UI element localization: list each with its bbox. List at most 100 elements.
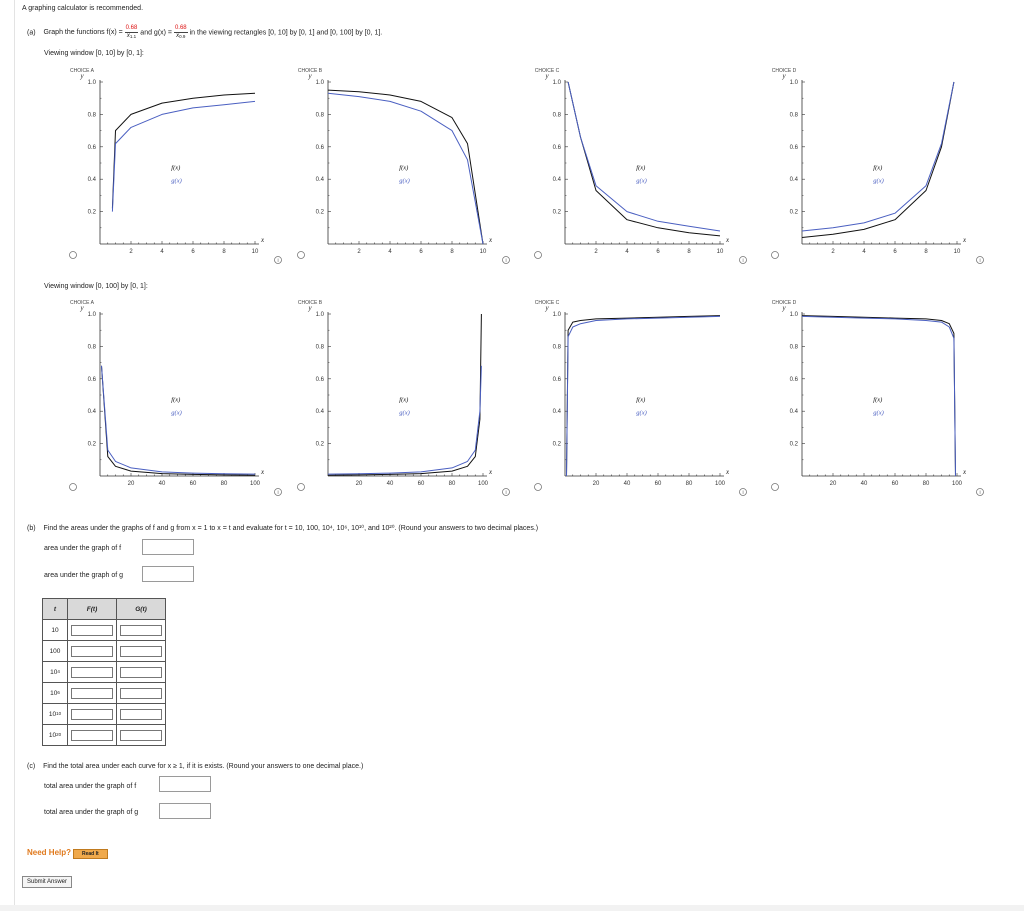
g-curve-label: g(x) [636, 177, 646, 184]
x-tick-label: 4 [862, 249, 866, 255]
total-g-input[interactable] [159, 803, 211, 819]
y-tick-label: 1.0 [316, 80, 325, 86]
G-input[interactable] [120, 645, 162, 657]
F-input[interactable] [71, 666, 113, 678]
x-tick-label: 6 [419, 249, 423, 255]
area-g-input[interactable] [142, 566, 194, 582]
part-b-question: (b) Find the areas under the graphs of f… [27, 524, 538, 532]
y-tick-label: 0.8 [790, 344, 799, 350]
choice-radio[interactable] [69, 251, 77, 259]
x-tick-label: 2 [594, 249, 598, 255]
y-tick-label: 0.2 [553, 210, 562, 216]
f-curve-label: f(x) [399, 164, 408, 171]
G-input[interactable] [120, 708, 162, 720]
y-tick-label: 0.2 [790, 210, 799, 216]
G-input[interactable] [120, 624, 162, 636]
f-curve-label: f(x) [636, 396, 645, 403]
x-tick-label: 80 [449, 481, 456, 487]
charts-layer: iCHOICE Ayx2 4 6 8 101.00.80.60.40.2f(x)g(x)… [69, 68, 984, 496]
x-tick-label: 10 [954, 249, 961, 255]
y-tick-label: 0.4 [553, 177, 562, 183]
y-tick-label: 0.8 [88, 344, 97, 350]
x-tick-label: 10 [480, 249, 487, 255]
g-curve-label: g(x) [171, 177, 181, 184]
y-tick-label: 0.6 [553, 377, 562, 383]
g-curve [111, 100, 256, 212]
x-tick-label: 40 [387, 481, 394, 487]
y-tick-label: 0.8 [553, 112, 562, 118]
area-f-label: area under the graph of f [44, 545, 122, 552]
y-tick-label: 0.8 [790, 112, 799, 118]
info-icon-glyph: i [979, 258, 980, 264]
F-input[interactable] [71, 624, 113, 636]
x-tick-label: 40 [624, 481, 631, 487]
choice-radio[interactable] [771, 483, 779, 491]
x-axis-label: x [488, 236, 493, 244]
x-tick-label: 100 [715, 481, 726, 487]
g-curve-label: g(x) [873, 177, 883, 184]
g-curve-label: g(x) [399, 409, 409, 416]
G-input[interactable] [120, 666, 162, 678]
y-tick-label: 0.8 [316, 112, 325, 118]
x-tick-label: 80 [221, 481, 228, 487]
t-value: 1020 [42, 724, 68, 746]
x-tick-label: 6 [191, 249, 195, 255]
need-help: Need Help? Read It [27, 848, 108, 859]
y-tick-label: 1.0 [790, 80, 799, 86]
x-tick-label: 8 [924, 249, 928, 255]
x-tick-label: 80 [923, 481, 930, 487]
F-input[interactable] [71, 729, 113, 741]
part-c-label: (c) [27, 763, 36, 770]
table-row: 10 [42, 619, 166, 641]
choice-radio[interactable] [771, 251, 779, 259]
F-input[interactable] [71, 645, 113, 657]
x-axis-label: x [260, 468, 265, 476]
g-curve-label: g(x) [171, 409, 181, 416]
table-row: 104 [42, 661, 166, 683]
table-row: 1020 [42, 724, 166, 746]
x-tick-label: 6 [893, 249, 897, 255]
G-input[interactable] [120, 729, 162, 741]
choice-radio[interactable] [297, 251, 305, 259]
y-tick-label: 0.6 [316, 377, 325, 383]
x-tick-label: 10 [252, 249, 259, 255]
x-axis-label: x [962, 236, 967, 244]
area-f-input[interactable] [142, 539, 194, 555]
x-axis-label: x [725, 468, 730, 476]
part-b-text: Find the areas under the graphs of f and… [43, 525, 539, 532]
y-tick-label: 1.0 [316, 312, 325, 318]
choice-radio[interactable] [69, 483, 77, 491]
x-tick-label: 60 [418, 481, 425, 487]
table-row: 1010 [42, 703, 166, 725]
header-G: G(t) [116, 598, 166, 620]
G-input[interactable] [120, 687, 162, 699]
x-tick-label: 4 [625, 249, 629, 255]
x-tick-label: 40 [861, 481, 868, 487]
f-curve-label: f(x) [171, 164, 180, 171]
total-f-input[interactable] [159, 776, 211, 792]
g-curve-label: g(x) [399, 177, 409, 184]
choice-radio[interactable] [534, 251, 542, 259]
f-curve [327, 313, 482, 476]
header-t: t [42, 598, 68, 620]
x-tick-label: 80 [686, 481, 693, 487]
read-it-button[interactable]: Read It [72, 849, 108, 859]
choice-radio[interactable] [297, 483, 305, 491]
F-input[interactable] [71, 708, 113, 720]
areas-table: t F(t) G(t) 10 100 104 106 1010 1020 [42, 598, 166, 746]
f-curve [801, 81, 955, 238]
total-f-label: total area under the graph of f [44, 783, 137, 790]
t-value: 106 [42, 682, 68, 704]
y-tick-label: 0.6 [88, 377, 97, 383]
need-help-label: Need Help? [27, 848, 72, 857]
y-tick-label: 0.8 [316, 344, 325, 350]
F-input[interactable] [71, 687, 113, 699]
t-value: 10 [42, 619, 68, 641]
x-axis-label: x [260, 236, 265, 244]
y-tick-label: 0.2 [790, 442, 799, 448]
x-tick-label: 100 [952, 481, 963, 487]
info-icon-glyph: i [505, 490, 506, 496]
f-curve [101, 365, 256, 476]
choice-radio[interactable] [534, 483, 542, 491]
submit-answer-button[interactable]: Submit Answer [22, 876, 73, 888]
